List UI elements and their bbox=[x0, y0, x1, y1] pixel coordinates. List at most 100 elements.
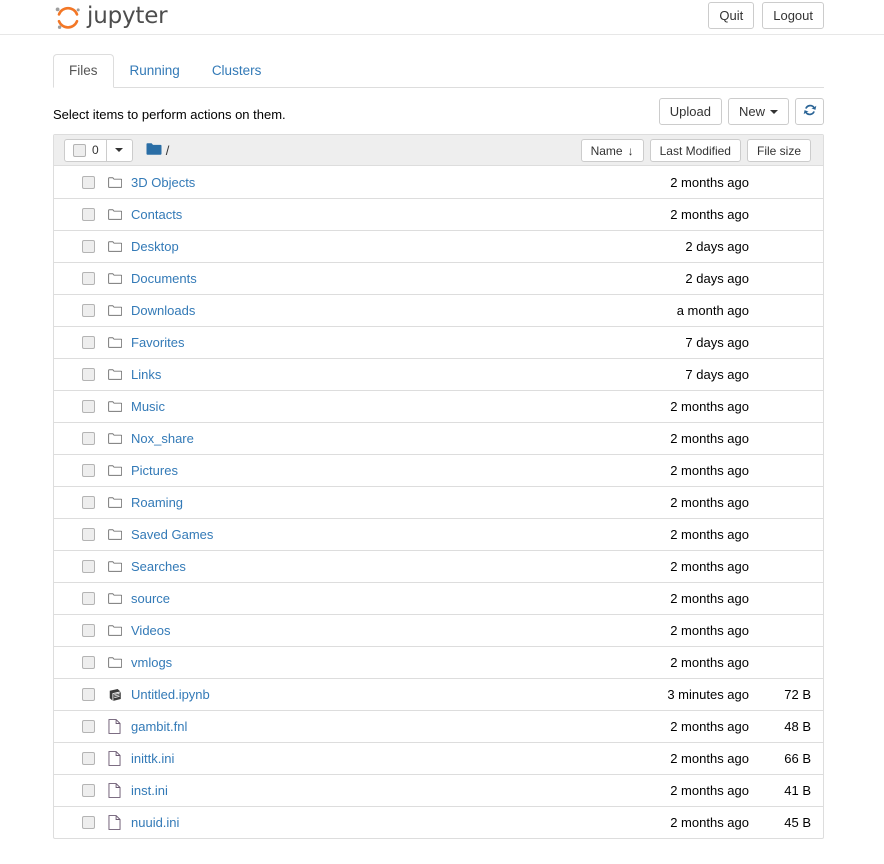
row-checkbox[interactable] bbox=[82, 304, 95, 317]
row-checkbox[interactable] bbox=[82, 336, 95, 349]
file-modified: 2 months ago bbox=[670, 207, 749, 222]
file-name-link[interactable]: Videos bbox=[131, 623, 171, 638]
file-name-link[interactable]: gambit.fnl bbox=[131, 719, 187, 734]
file-icon bbox=[108, 815, 122, 830]
file-name-link[interactable]: Untitled.ipynb bbox=[131, 687, 210, 702]
table-row[interactable]: Untitled.ipynb3 minutes ago72 B bbox=[54, 678, 823, 710]
row-checkbox[interactable] bbox=[82, 368, 95, 381]
row-checkbox[interactable] bbox=[82, 176, 95, 189]
file-modified: 2 days ago bbox=[685, 239, 749, 254]
file-modified: 2 months ago bbox=[670, 495, 749, 510]
row-checkbox[interactable] bbox=[82, 496, 95, 509]
file-name-link[interactable]: inittk.ini bbox=[131, 751, 174, 766]
table-row[interactable]: Music2 months ago bbox=[54, 390, 823, 422]
row-checkbox[interactable] bbox=[82, 208, 95, 221]
file-name-link[interactable]: Contacts bbox=[131, 207, 182, 222]
table-row[interactable]: inst.ini2 months ago41 B bbox=[54, 774, 823, 806]
file-name-link[interactable]: Roaming bbox=[131, 495, 183, 510]
table-row[interactable]: 3D Objects2 months ago bbox=[54, 166, 823, 198]
file-rows: 3D Objects2 months agoContacts2 months a… bbox=[54, 166, 823, 838]
table-row[interactable]: Videos 2 months ago bbox=[54, 614, 823, 646]
selection-dropdown-button[interactable] bbox=[107, 140, 132, 161]
sort-by-last-modified-button[interactable]: Last Modified bbox=[650, 139, 741, 162]
file-name-link[interactable]: source bbox=[131, 591, 170, 606]
row-checkbox[interactable] bbox=[82, 816, 95, 829]
table-row[interactable]: Desktop 2 days ago bbox=[54, 230, 823, 262]
table-row[interactable]: Links7 days ago bbox=[54, 358, 823, 390]
tab-running[interactable]: Running bbox=[114, 54, 196, 88]
table-row[interactable]: Pictures2 months ago bbox=[54, 454, 823, 486]
file-modified: 2 months ago bbox=[670, 655, 749, 670]
folder-icon bbox=[146, 142, 162, 159]
file-name-link[interactable]: Downloads bbox=[131, 303, 195, 318]
table-row[interactable]: Roaming 2 months ago bbox=[54, 486, 823, 518]
folder-icon bbox=[108, 208, 122, 221]
table-row[interactable]: Downloadsa month ago bbox=[54, 294, 823, 326]
new-button[interactable]: New bbox=[728, 98, 789, 125]
jupyter-brand[interactable]: jupyter bbox=[53, 0, 167, 35]
row-checkbox[interactable] bbox=[82, 592, 95, 605]
breadcrumb[interactable]: / bbox=[146, 142, 170, 159]
chevron-down-icon bbox=[115, 148, 123, 152]
file-name-link[interactable]: Documents bbox=[131, 271, 197, 286]
table-row[interactable]: source2 months ago bbox=[54, 582, 823, 614]
row-checkbox[interactable] bbox=[82, 752, 95, 765]
upload-button[interactable]: Upload bbox=[659, 98, 722, 125]
row-checkbox[interactable] bbox=[82, 240, 95, 253]
file-name-link[interactable]: 3D Objects bbox=[131, 175, 195, 190]
table-row[interactable]: vmlogs 2 months ago bbox=[54, 646, 823, 678]
table-row[interactable]: Saved Games2 months ago bbox=[54, 518, 823, 550]
sort-by-file-size-button[interactable]: File size bbox=[747, 139, 811, 162]
refresh-button[interactable] bbox=[795, 98, 824, 125]
checkbox-icon bbox=[73, 144, 86, 157]
file-list: 0 / Name ↓ bbox=[53, 134, 824, 839]
row-checkbox[interactable] bbox=[82, 560, 95, 573]
row-checkbox[interactable] bbox=[82, 528, 95, 541]
sort-by-name-button[interactable]: Name ↓ bbox=[581, 139, 644, 162]
select-all-group: 0 bbox=[64, 139, 133, 162]
file-name-link[interactable]: Music bbox=[131, 399, 165, 414]
file-name-link[interactable]: nuuid.ini bbox=[131, 815, 179, 830]
table-row[interactable]: Contacts 2 months ago bbox=[54, 198, 823, 230]
table-row[interactable]: Favorites 7 days ago bbox=[54, 326, 823, 358]
file-name-link[interactable]: Desktop bbox=[131, 239, 179, 254]
row-checkbox[interactable] bbox=[82, 464, 95, 477]
file-list-header: 0 / Name ↓ bbox=[54, 135, 823, 166]
sort-name-label: Name bbox=[591, 144, 623, 158]
table-row[interactable]: inittk.ini2 months ago66 B bbox=[54, 742, 823, 774]
row-checkbox[interactable] bbox=[82, 656, 95, 669]
row-checkbox[interactable] bbox=[82, 720, 95, 733]
row-checkbox[interactable] bbox=[82, 784, 95, 797]
file-name-link[interactable]: Searches bbox=[131, 559, 186, 574]
quit-button[interactable]: Quit bbox=[708, 2, 754, 29]
table-row[interactable]: Nox_share2 months ago bbox=[54, 422, 823, 454]
table-row[interactable]: Searches2 months ago bbox=[54, 550, 823, 582]
select-all-checkbox[interactable]: 0 bbox=[65, 140, 107, 161]
folder-icon bbox=[108, 240, 122, 253]
main-content: Files Running Clusters Select items to p… bbox=[0, 55, 884, 839]
file-name-link[interactable]: vmlogs bbox=[131, 655, 172, 670]
row-checkbox[interactable] bbox=[82, 272, 95, 285]
row-checkbox[interactable] bbox=[82, 688, 95, 701]
file-name-link[interactable]: Pictures bbox=[131, 463, 178, 478]
logout-button[interactable]: Logout bbox=[762, 2, 824, 29]
table-row[interactable]: Documents2 days ago bbox=[54, 262, 823, 294]
toolbar-actions: Upload New bbox=[659, 98, 824, 125]
file-name-link[interactable]: Nox_share bbox=[131, 431, 194, 446]
file-name-link[interactable]: Saved Games bbox=[131, 527, 213, 542]
file-name-link[interactable]: Links bbox=[131, 367, 161, 382]
table-row[interactable]: gambit.fnl2 months ago48 B bbox=[54, 710, 823, 742]
row-checkbox[interactable] bbox=[82, 624, 95, 637]
folder-icon bbox=[108, 336, 122, 349]
table-row[interactable]: nuuid.ini2 months ago45 B bbox=[54, 806, 823, 838]
select-items-message: Select items to perform actions on them. bbox=[53, 107, 286, 122]
row-checkbox[interactable] bbox=[82, 400, 95, 413]
row-checkbox[interactable] bbox=[82, 432, 95, 445]
tab-clusters[interactable]: Clusters bbox=[196, 54, 278, 88]
tab-files[interactable]: Files bbox=[53, 54, 114, 88]
selected-count: 0 bbox=[92, 143, 99, 157]
file-name-link[interactable]: Favorites bbox=[131, 335, 184, 350]
file-modified: 2 months ago bbox=[670, 623, 749, 638]
file-modified: 7 days ago bbox=[685, 335, 749, 350]
file-name-link[interactable]: inst.ini bbox=[131, 783, 168, 798]
